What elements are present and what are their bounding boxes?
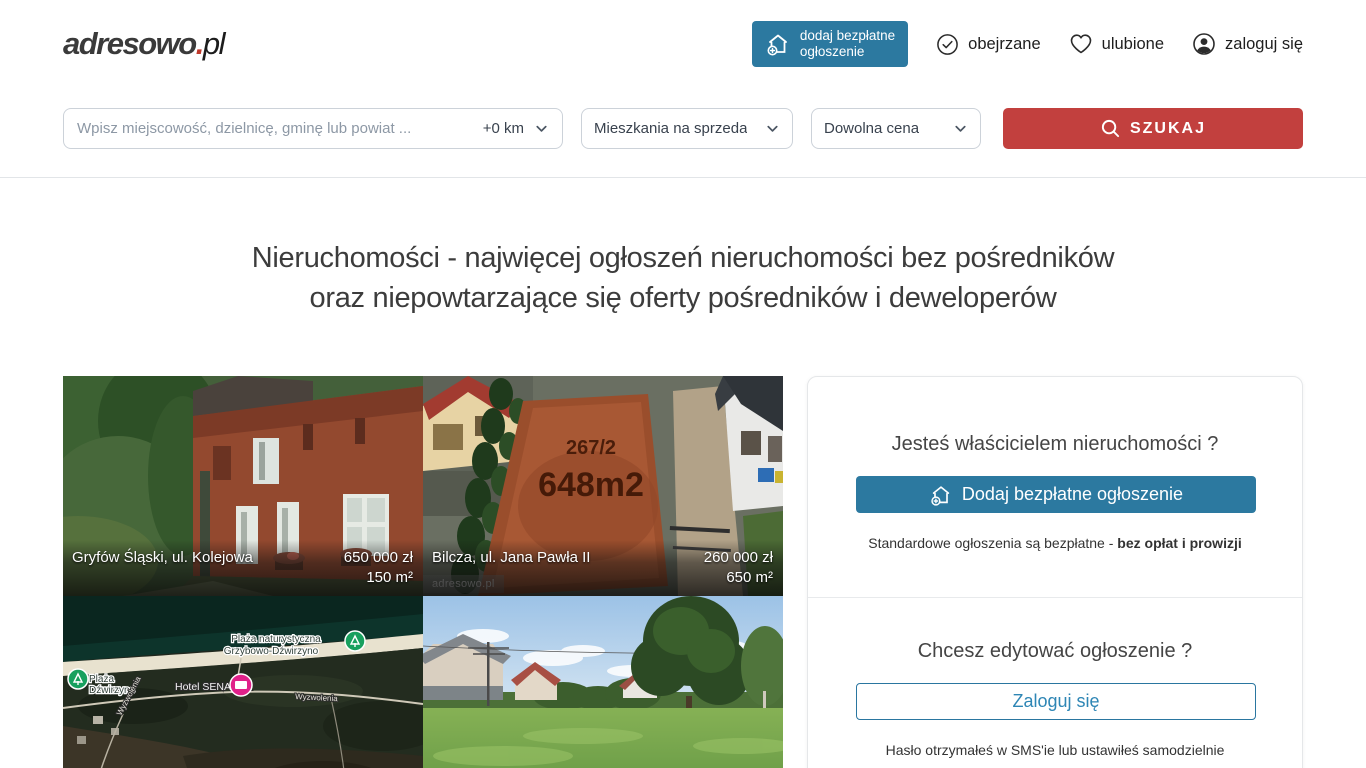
owner-note-bold: bez opłat i prowizji <box>1117 535 1241 551</box>
logo-tld: pl <box>203 26 224 61</box>
viewed-link[interactable]: obejrzane <box>936 33 1040 56</box>
listing-card-grojec[interactable]: Grojec, ul. Bagienna 891 000 zł <box>423 596 783 768</box>
favorites-link[interactable]: ulubione <box>1069 33 1164 55</box>
plot-number-label: 267/2 <box>566 437 616 459</box>
category-select[interactable]: Mieszkania na sprzeda <box>581 108 793 149</box>
page-title-line2: oraz niepowtarzające się oferty pośredni… <box>0 278 1366 318</box>
chevron-down-icon <box>765 121 780 136</box>
owner-note: Standardowe ogłoszenia są bezpłatne - be… <box>856 535 1254 551</box>
sidebar-add-listing-button[interactable]: Dodaj bezpłatne ogłoszenie <box>856 476 1256 513</box>
listing-photo-field <box>423 596 783 768</box>
house-plus-icon <box>929 483 953 507</box>
price-select[interactable]: Dowolna cena <box>811 108 981 149</box>
main-content: Gryfów Śląski, ul. Kolejowa 650 000 zł 1… <box>0 376 1366 768</box>
sidebar-login-label: Zaloguj się <box>1012 691 1099 712</box>
edit-note: Hasło otrzymałeś w SMS'ie lub ustawiłeś … <box>856 742 1254 758</box>
logo-dot: . <box>196 26 203 61</box>
login-link[interactable]: zaloguj się <box>1192 32 1303 56</box>
map-marker-beach2 <box>68 669 88 689</box>
add-listing-label-line2: ogłoszenie <box>800 44 895 60</box>
location-input[interactable] <box>77 120 475 137</box>
hero: Nieruchomości - najwięcej ogłoszeń nieru… <box>0 238 1366 318</box>
site-logo[interactable]: adresowo.pl <box>63 26 224 62</box>
user-circle-icon <box>1192 32 1216 56</box>
listing-card-gryfow[interactable]: Gryfów Śląski, ul. Kolejowa 650 000 zł 1… <box>63 376 423 596</box>
listing-photo-satellite-map: Plaża naturystyczna Grzybowo-Dźwirzyno P… <box>63 596 423 768</box>
listing-price: 650 000 zł <box>344 548 413 568</box>
house-plus-icon <box>765 31 791 57</box>
listing-grid: Gryfów Śląski, ul. Kolejowa 650 000 zł 1… <box>63 376 783 768</box>
chevron-down-icon <box>953 121 968 136</box>
radius-select[interactable]: +0 km <box>475 120 549 137</box>
edit-heading: Chcesz edytować ogłoszenie ? <box>856 640 1254 663</box>
map-label-beach1-line1: Plaża naturystyczna <box>231 634 321 645</box>
map-marker-hotel <box>230 674 252 696</box>
map-label-beach2-line1: Plaża <box>89 674 114 685</box>
sidebar-add-listing-label: Dodaj bezpłatne ogłoszenie <box>962 484 1183 505</box>
listing-address: Bilcza, ul. Jana Pawła II <box>432 548 590 568</box>
heart-icon <box>1069 33 1093 55</box>
logo-wordmark: adresowo <box>63 26 196 61</box>
owner-sidebar: Jesteś właścicielem nieruchomości ? Doda… <box>807 376 1303 768</box>
add-listing-label-line1: dodaj bezpłatne <box>800 28 895 44</box>
location-input-box: +0 km <box>63 108 563 149</box>
map-marker-beach1 <box>345 631 365 651</box>
search-submit-button[interactable]: SZUKAJ <box>1003 108 1303 149</box>
page-title: Nieruchomości - najwięcej ogłoszeń nieru… <box>0 238 1366 318</box>
add-listing-button[interactable]: dodaj bezpłatne ogłoszenie <box>752 21 908 67</box>
category-value: Mieszkania na sprzeda <box>594 120 747 137</box>
listing-caption: Bilcza, ul. Jana Pawła II 260 000 zł 650… <box>423 540 783 596</box>
edit-section: Chcesz edytować ogłoszenie ? Zaloguj się… <box>808 597 1302 768</box>
header-actions: dodaj bezpłatne ogłoszenie obejrzane ulu… <box>752 21 1303 67</box>
search-bar: +0 km Mieszkania na sprzeda Dowolna cena… <box>0 88 1366 178</box>
listing-price: 260 000 zł <box>704 548 773 568</box>
search-icon <box>1100 118 1121 139</box>
favorites-label: ulubione <box>1102 35 1164 54</box>
radius-value: +0 km <box>483 120 524 137</box>
plot-area-label: 648m2 <box>538 466 644 504</box>
listing-card-bilcza[interactable]: 267/2 648m2 adresowo.pl Bilcza, ul. Jana… <box>423 376 783 596</box>
price-value: Dowolna cena <box>824 120 919 137</box>
sidebar-login-button[interactable]: Zaloguj się <box>856 683 1256 720</box>
listing-card-dzwirzyno[interactable]: Plaża naturystyczna Grzybowo-Dźwirzyno P… <box>63 596 423 768</box>
map-label-beach1-line2: Grzybowo-Dźwirzyno <box>224 646 319 657</box>
owner-section: Jesteś właścicielem nieruchomości ? Doda… <box>808 377 1302 597</box>
check-circle-icon <box>936 33 959 56</box>
listing-address: Gryfów Śląski, ul. Kolejowa <box>72 548 253 568</box>
viewed-label: obejrzane <box>968 35 1040 54</box>
search-submit-label: SZUKAJ <box>1130 120 1206 138</box>
chevron-down-icon <box>534 121 549 136</box>
login-label: zaloguj się <box>1225 35 1303 54</box>
listing-area: 150 m² <box>344 568 413 588</box>
listing-caption: Gryfów Śląski, ul. Kolejowa 650 000 zł 1… <box>63 540 423 596</box>
owner-note-text: Standardowe ogłoszenia są bezpłatne - <box>868 535 1117 551</box>
page-title-line1: Nieruchomości - najwięcej ogłoszeń nieru… <box>0 238 1366 278</box>
top-header: adresowo.pl dodaj bezpłatne ogłoszenie <box>0 0 1366 88</box>
listing-area: 650 m² <box>704 568 773 588</box>
owner-heading: Jesteś właścicielem nieruchomości ? <box>856 433 1254 456</box>
